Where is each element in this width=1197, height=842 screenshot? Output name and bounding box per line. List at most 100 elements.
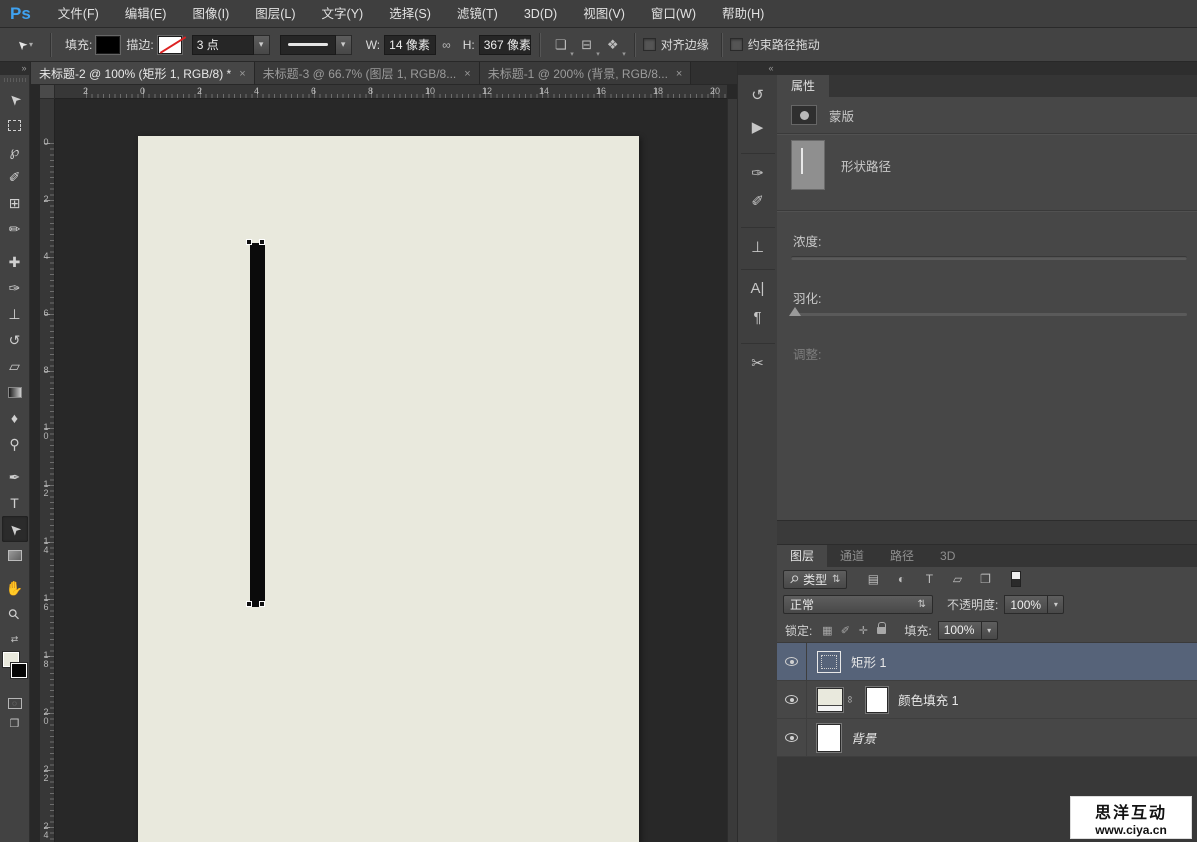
layers-panel-tab[interactable]: 图层 [777,545,828,567]
lock-all-icon[interactable] [872,621,890,638]
filter-type-layers-icon[interactable]: T [917,570,941,589]
brush-panel-icon[interactable]: ✑ [740,153,775,185]
path-alignment-button[interactable]: ⊟ [574,33,599,58]
history-panel-icon[interactable]: ↺ [741,79,775,111]
blur-tool[interactable]: ♦ [2,405,28,431]
character-panel-icon[interactable]: A| [740,269,775,301]
filter-toggle-icon[interactable] [1011,571,1022,587]
current-tool-icon[interactable]: ➤ ▾ [8,36,42,53]
stroke-style-dropdown[interactable]: ▾ [335,34,352,55]
density-slider[interactable] [791,256,1187,260]
anchor-handle-bottom-right[interactable] [259,601,265,607]
menu-item[interactable]: 帮助(H) [709,0,777,28]
layer-row-background[interactable]: 背景 [777,719,1197,757]
zoom-tool[interactable]: ⚲ [2,601,28,627]
layer-row-rectangle-1[interactable]: 矩形 1 [777,643,1197,681]
quick-selection-tool[interactable]: ✐ [2,164,28,190]
layers-panel-tab[interactable]: 3D [927,545,968,567]
swap-colors-icon[interactable]: ⇄ [11,633,19,645]
filter-smart-objects-icon[interactable]: ❐ [973,570,997,589]
close-icon[interactable]: × [676,68,682,80]
layer-mask-thumbnail[interactable] [866,686,889,713]
lasso-tool[interactable]: ℘ [2,138,28,164]
link-dimensions-icon[interactable]: ∞ [442,38,451,52]
feather-slider[interactable] [789,307,1187,316]
menu-item[interactable]: 编辑(E) [112,0,180,28]
layers-panel-tab[interactable]: 通道 [827,545,877,567]
constrain-path-checkbox[interactable] [729,38,743,51]
close-icon[interactable]: × [239,68,245,80]
anchor-handle-top-right[interactable] [259,239,265,245]
opacity-dropdown[interactable]: ▾ [1048,595,1065,614]
link-mask-icon[interactable]: ∞ [844,696,855,703]
shape-path-thumbnail[interactable] [791,140,825,190]
shape-height-input[interactable]: 367 像素 [478,34,531,55]
pen-tool[interactable]: ✒ [2,464,28,490]
tools-panel-grip[interactable] [3,78,26,82]
stroke-width-dropdown[interactable]: ▾ [253,34,270,55]
tools-panel-collapse-button[interactable]: » [0,62,30,75]
type-tool[interactable]: T [2,490,28,516]
shape-rectangle[interactable] [250,243,265,607]
visibility-cell[interactable] [777,681,807,718]
anchor-handle-top-left[interactable] [246,239,252,245]
document-tab[interactable]: 未标题-1 @ 200% (背景, RGB/8... × [479,62,692,85]
spot-healing-brush-tool[interactable]: ✚ [2,249,28,275]
lock-transparency-icon[interactable]: ▦ [818,622,836,638]
dodge-tool[interactable]: ⚲ [2,431,28,457]
quick-mask-button[interactable]: ◌ [3,693,27,713]
menu-item[interactable]: 文件(F) [45,0,112,28]
stroke-style-preview[interactable] [279,34,336,55]
eraser-tool[interactable]: ▱ [2,353,28,379]
feather-slider-thumb[interactable] [789,307,801,316]
path-arrangement-button[interactable]: ❖ [600,33,626,58]
path-operations-button[interactable]: ❏ [548,33,574,58]
lock-pixels-icon[interactable]: ✐ [836,622,854,638]
vertical-scrollbar[interactable] [727,99,737,842]
screen-mode-button[interactable]: ❐ [3,713,27,733]
rectangle-tool[interactable] [2,542,28,568]
menu-item[interactable]: 图像(I) [179,0,242,28]
history-brush-tool[interactable]: ↺ [2,327,28,353]
fill-dropdown[interactable]: ▾ [981,620,998,640]
opacity-input[interactable]: 100% [1004,595,1049,614]
shape-layer-thumbnail[interactable] [817,650,841,673]
layer-name[interactable]: 矩形 1 [851,652,886,671]
visibility-cell[interactable] [777,719,807,756]
menu-item[interactable]: 图层(L) [242,0,308,28]
shape-width-input[interactable]: 14 像素 [384,34,437,55]
menu-item[interactable]: 选择(S) [376,0,444,28]
lock-position-icon[interactable]: ✛ [854,622,872,638]
align-edges-checkbox[interactable] [642,38,656,51]
clone-stamp-tool[interactable]: ⊥ [2,301,28,327]
actions-panel-icon[interactable]: ▶ [741,111,775,143]
tab-properties[interactable]: 属性 [777,75,830,97]
brush-presets-panel-icon[interactable]: ✐ [741,185,775,217]
filter-pixel-layers-icon[interactable]: ▤ [861,570,885,589]
document-canvas[interactable] [138,136,639,842]
hand-tool[interactable]: ✋ [2,575,28,601]
fill-input[interactable]: 100% [937,620,982,640]
ruler-corner[interactable] [40,85,55,99]
document-tab[interactable]: 未标题-2 @ 100% (矩形 1, RGB/8) * × [31,62,255,85]
menu-item[interactable]: 文字(Y) [309,0,377,28]
background-layer-thumbnail[interactable] [817,723,841,752]
visibility-cell[interactable] [777,643,807,680]
anchor-handle-bottom-left[interactable] [246,601,252,607]
filter-shape-layers-icon[interactable]: ▱ [945,570,969,589]
blend-mode-select[interactable]: 正常 ⇅ [783,595,933,614]
layers-panel-tab[interactable]: 路径 [877,545,927,567]
stroke-width-field[interactable]: 3 点 [191,34,254,55]
canvas-viewport[interactable] [55,99,727,842]
rectangular-marquee-tool[interactable] [2,112,28,138]
menu-item[interactable]: 窗口(W) [638,0,709,28]
direct-selection-tool[interactable]: ➤ [1,516,28,542]
paragraph-panel-icon[interactable]: ¶ [741,301,775,333]
stroke-color-swatch[interactable] [157,35,182,54]
filter-type-dropdown[interactable]: ⚲ 类型 ⇅ [783,569,848,589]
filter-adjustment-layers-icon[interactable]: ◐ [889,570,913,589]
menu-item[interactable]: 滤镜(T) [444,0,511,28]
menu-item[interactable]: 3D(D) [511,0,570,28]
layer-name[interactable]: 颜色填充 1 [898,690,958,709]
background-color-swatch[interactable] [10,663,27,678]
